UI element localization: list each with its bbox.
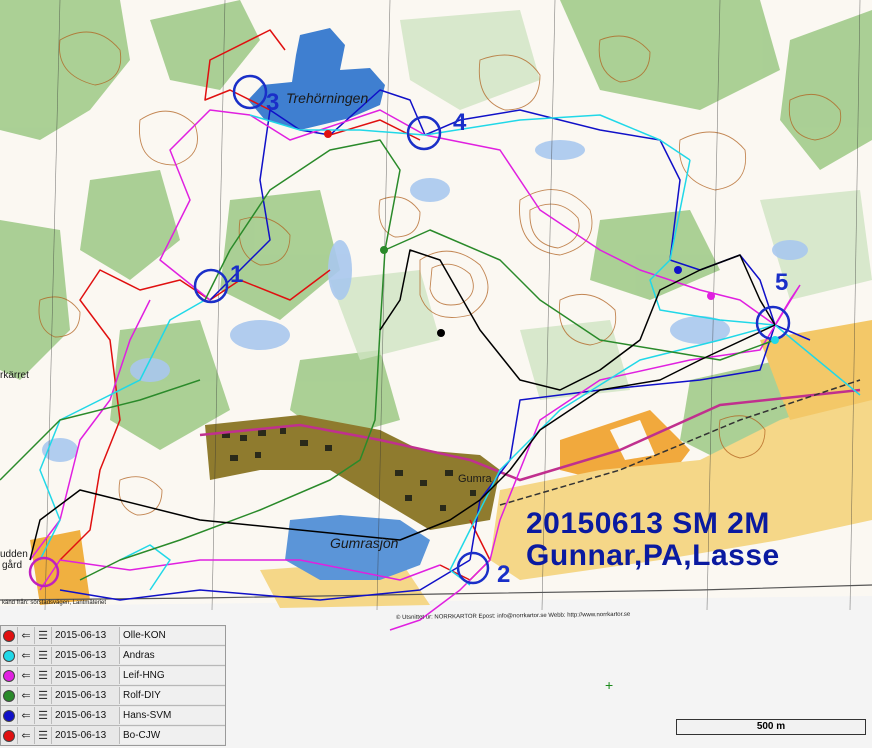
details-icon[interactable]: ☰ <box>35 667 52 684</box>
svg-text:5: 5 <box>775 269 788 296</box>
svg-text:2: 2 <box>497 561 510 588</box>
color-swatch-icon <box>3 709 15 722</box>
scale-bar: 500 m <box>676 719 866 735</box>
runner-name: Bo-CJW <box>120 727 225 744</box>
runner-legend: ⇐ ☰ 2015-06-13 Olle-KON ⇐ ☰ 2015-06-13 Andras ⇐ ☰… <box>0 625 226 746</box>
legend-row[interactable]: ⇐ ☰ 2015-06-13 Olle-KON <box>1 626 225 646</box>
replay-icon[interactable]: ⇐ <box>18 687 35 704</box>
event-title-line2: Gunnar,PA,Lasse <box>526 539 780 572</box>
replay-icon[interactable]: ⇐ <box>18 707 35 724</box>
route-date: 2015-06-13 <box>52 667 120 684</box>
color-swatch-icon <box>3 729 15 742</box>
route-date: 2015-06-13 <box>52 687 120 704</box>
color-swatch-icon <box>3 689 15 702</box>
legend-row[interactable]: ⇐ ☰ 2015-06-13 Andras <box>1 646 225 666</box>
place-label-4: gård <box>2 559 22 571</box>
lake-label-1: Trehörningen <box>286 90 368 106</box>
legend-row[interactable]: ⇐ ☰ 2015-06-13 Leif-HNG <box>1 666 225 686</box>
replay-icon[interactable]: ⇐ <box>18 647 35 664</box>
svg-text:4: 4 <box>453 109 467 136</box>
legend-row[interactable]: ⇐ ☰ 2015-06-13 Bo-CJW <box>1 726 225 745</box>
details-icon[interactable]: ☰ <box>35 647 52 664</box>
details-icon[interactable]: ☰ <box>35 687 52 704</box>
place-label-3: udden <box>0 549 28 560</box>
route-date: 2015-06-13 <box>52 707 120 724</box>
details-icon[interactable]: ☰ <box>35 707 52 724</box>
replay-icon[interactable]: ⇐ <box>18 727 35 744</box>
lake-label-2: Gumrasjön <box>330 535 399 551</box>
runner-name: Leif-HNG <box>120 667 225 684</box>
route-date: 2015-06-13 <box>52 627 120 644</box>
legend-row[interactable]: ⇐ ☰ 2015-06-13 Rolf-DIY <box>1 686 225 706</box>
event-title: 20150613 SM 2M Gunnar,PA,Lasse <box>526 508 780 572</box>
route-date: 2015-06-13 <box>52 727 120 744</box>
runner-color-icon[interactable] <box>1 667 18 684</box>
legend-row[interactable]: ⇐ ☰ 2015-06-13 Hans-SVM <box>1 706 225 726</box>
color-swatch-icon <box>3 669 15 682</box>
place-label-2: rkärret <box>0 370 29 381</box>
replay-icon[interactable]: ⇐ <box>18 627 35 644</box>
runner-color-icon[interactable] <box>1 707 18 724</box>
runner-color-icon[interactable] <box>1 727 18 744</box>
crosshair-icon: + <box>605 677 614 693</box>
color-swatch-icon <box>3 649 15 662</box>
map-credit-left: känd från: sörstadsvägen, Lantmäteriet <box>2 599 106 606</box>
details-icon[interactable]: ☰ <box>35 727 52 744</box>
svg-text:1: 1 <box>230 261 243 288</box>
runner-color-icon[interactable] <box>1 647 18 664</box>
runner-name: Hans-SVM <box>120 707 225 724</box>
runner-color-icon[interactable] <box>1 687 18 704</box>
runner-name: Rolf-DIY <box>120 687 225 704</box>
route-date: 2015-06-13 <box>52 647 120 664</box>
color-swatch-icon <box>3 629 15 642</box>
runner-name: Olle-KON <box>120 627 225 644</box>
runner-name: Andras <box>120 647 225 664</box>
details-icon[interactable]: ☰ <box>35 627 52 644</box>
event-title-line1: 20150613 SM 2M <box>526 507 770 540</box>
svg-text:3: 3 <box>266 89 279 116</box>
replay-icon[interactable]: ⇐ <box>18 667 35 684</box>
runner-color-icon[interactable] <box>1 627 18 644</box>
place-label-1: Gumra <box>458 473 493 485</box>
